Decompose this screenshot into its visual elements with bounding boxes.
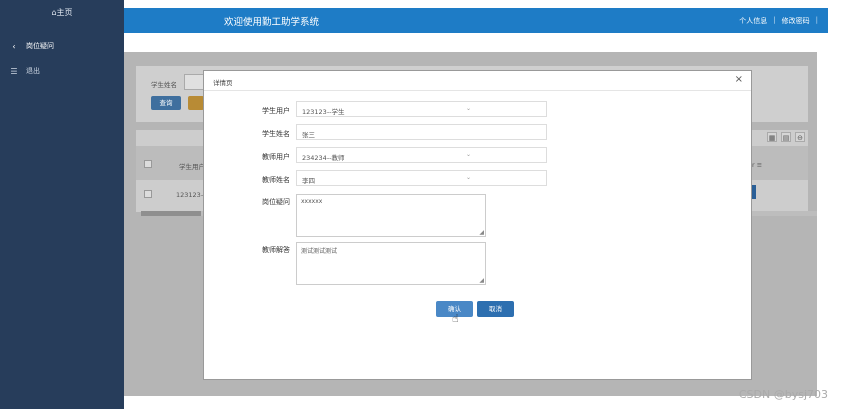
field-label: 学生用户: [262, 107, 290, 115]
field-label: 学生姓名: [262, 130, 290, 138]
sidebar-item-logout[interactable]: ☰ 退出: [10, 66, 40, 76]
header-separator: |: [815, 16, 818, 24]
job-question-textarea[interactable]: xxxxxx ◢: [296, 194, 486, 237]
change-password-link[interactable]: 修改密码: [782, 16, 810, 26]
teacher-user-select[interactable]: 234234--教师 ⌄: [296, 147, 547, 163]
field-value: xxxxxx: [301, 198, 323, 205]
detail-modal: 详情页 × 学生用户 123123--学生 ⌄ 学生姓名 张三 教师用户 234…: [203, 70, 752, 380]
export-icon[interactable]: ⊖: [795, 132, 805, 142]
chevron-down-icon: ⌄: [465, 151, 471, 158]
column-header-student-user: 学生用户: [179, 163, 205, 171]
table-cell-student-user: 123123-: [176, 191, 204, 199]
sidebar-item-job-questions[interactable]: ‹ 岗位疑问: [10, 41, 54, 51]
form-row-teacher-user: 教师用户 234234--教师 ⌄: [204, 147, 547, 163]
resize-handle-icon[interactable]: ◢: [479, 229, 484, 236]
sidebar-home-link[interactable]: ⌂主页: [0, 0, 124, 34]
chevron-down-icon: ⌄: [465, 174, 471, 181]
field-value: 测试测试测试: [301, 248, 338, 255]
header-separator: |: [773, 16, 776, 24]
watermark: CSDN @bysj703: [738, 388, 828, 401]
list-icon: ☰: [10, 66, 18, 76]
form-row-teacher-name: 教师姓名 李四 ⌄: [204, 170, 547, 186]
profile-link[interactable]: 个人信息: [739, 16, 767, 26]
field-value: 234234--教师: [302, 154, 345, 162]
cancel-button[interactable]: 取消: [477, 301, 514, 317]
grid-icon[interactable]: ▦: [767, 132, 777, 142]
student-name-input[interactable]: 张三: [296, 124, 547, 140]
field-label: 教师姓名: [262, 176, 290, 184]
column-header-partial: r ≡: [752, 161, 763, 169]
teacher-name-select[interactable]: 李四 ⌄: [296, 170, 547, 186]
top-header-bar: 欢迎使用勤工助学系统 个人信息 | 修改密码 |: [124, 8, 828, 33]
sidebar-item-label: 岗位疑问: [26, 42, 54, 50]
teacher-answer-textarea[interactable]: 测试测试测试 ◢: [296, 242, 486, 285]
resize-handle-icon[interactable]: ◢: [479, 277, 484, 284]
form-row-student-user: 学生用户 123123--学生 ⌄: [204, 101, 547, 117]
reset-button[interactable]: [188, 96, 204, 110]
row-checkbox[interactable]: [144, 190, 152, 198]
field-label: 岗位疑问: [262, 198, 290, 206]
field-label: 教师用户: [262, 153, 290, 161]
hand-cursor-icon: ☝: [452, 312, 459, 325]
sidebar-item-label: 退出: [26, 67, 40, 75]
field-value: 张三: [302, 131, 315, 139]
search-label: 学生姓名: [151, 81, 177, 89]
form-row-job-question: 岗位疑问 xxxxxx ◢: [204, 194, 486, 237]
search-input[interactable]: [184, 74, 204, 90]
field-value: 李四: [302, 177, 315, 185]
select-all-checkbox[interactable]: [144, 160, 152, 168]
modal-header: 详情页 ×: [204, 71, 751, 91]
field-value: 123123--学生: [302, 108, 345, 116]
chevron-left-icon: ‹: [12, 41, 16, 51]
app-title: 欢迎使用勤工助学系统: [224, 17, 320, 28]
modal-title: 详情页: [213, 79, 233, 87]
scrollbar-thumb[interactable]: [141, 211, 201, 216]
sidebar: ⌂主页 ‹ 岗位疑问 ☰ 退出: [0, 0, 124, 409]
form-row-teacher-answer: 教师解答 测试测试测试 ◢: [204, 242, 486, 285]
header-links: 个人信息 | 修改密码 |: [739, 16, 818, 26]
close-icon[interactable]: ×: [735, 74, 743, 85]
field-label: 教师解答: [262, 246, 290, 254]
print-icon[interactable]: ▤: [781, 132, 791, 142]
query-button[interactable]: 查询: [151, 96, 181, 110]
chevron-down-icon: ⌄: [465, 105, 471, 112]
form-row-student-name: 学生姓名 张三: [204, 124, 547, 140]
student-user-select[interactable]: 123123--学生 ⌄: [296, 101, 547, 117]
